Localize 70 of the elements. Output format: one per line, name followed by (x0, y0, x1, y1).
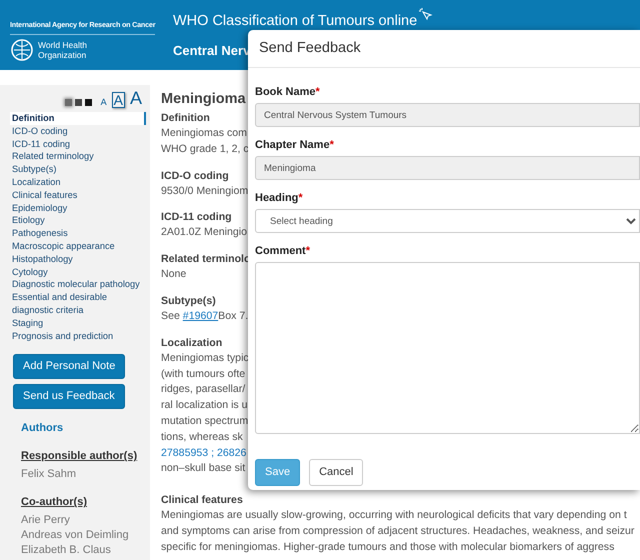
section-heading: Subtype(s) (161, 294, 216, 309)
globe-emblem-icon (10, 38, 34, 62)
nav-link[interactable]: Subtype(s) (10, 163, 146, 176)
body-text: specific for meningiomas. Higher-grade tumours and those with molecular biomarkers of aggress (161, 540, 614, 555)
site-title: WHO Classification of Tumours online (173, 13, 418, 30)
body-text: 2A01.0Z Meningio (161, 225, 247, 240)
body-text: and symptoms can arise from compression of adjacent structures. Headaches, weakness, and seizur (161, 524, 634, 539)
body-text: Meningiomas typic (161, 350, 249, 366)
body-text: mutation spectrum (161, 414, 248, 429)
section-heading: Clinical features (161, 493, 243, 508)
font-size-button[interactable]: A (98, 97, 109, 108)
author-name: Elizabeth B. Claus (21, 543, 111, 558)
body-text: tions, whereas sk (161, 430, 243, 445)
section-heading: ICD-O coding (161, 168, 229, 184)
nav-link[interactable]: Staging (10, 316, 146, 330)
cancel-button[interactable]: Cancel (309, 459, 364, 486)
nav-link[interactable]: Cytology (10, 266, 146, 278)
who-name: World Health Organization (38, 40, 87, 60)
nav-link[interactable]: Clinical features (10, 188, 146, 202)
comment-field[interactable] (255, 262, 640, 434)
nav-link[interactable]: Related terminology (10, 150, 146, 164)
author-name: Andreas von Deimling (21, 528, 129, 544)
nav-link[interactable]: Diagnostic molecular pathology (10, 278, 146, 292)
nav-link[interactable]: Prognosis and prediction (10, 330, 146, 342)
nav-link[interactable]: Definition (10, 112, 146, 125)
body-text: Meningiomas com (161, 126, 247, 141)
dialog-title: Send Feedback (259, 40, 361, 56)
body-text: See #19607Box 7. (161, 308, 248, 324)
field-label: Book Name* (255, 86, 320, 99)
readonly-field[interactable]: Meningioma (255, 156, 640, 180)
color-swatch[interactable] (84, 99, 92, 106)
note-button[interactable]: Add Personal Note (13, 354, 126, 380)
author-name: Felix Sahm (21, 467, 76, 482)
field-label: Comment* (255, 245, 310, 258)
author-role-heading: Co-author(s) (21, 495, 87, 510)
section-heading: ICD-11 coding (161, 210, 232, 226)
nav-link[interactable]: Localization (10, 176, 146, 189)
nav-link[interactable]: Etiology (10, 214, 146, 228)
body-text: (with tumours ofte (161, 366, 246, 382)
body-text: ridges, parasellar/ (161, 382, 246, 398)
section-heading: Definition (161, 111, 210, 126)
body-text: non–skull base sit (161, 461, 246, 476)
section-heading: Localization (161, 336, 222, 351)
body-text: None (161, 267, 186, 282)
body-text: 9530/0 Meningiom (161, 184, 248, 199)
nav-link[interactable]: Epidemiology (10, 202, 146, 214)
field-label: Heading* (255, 192, 303, 205)
color-swatch[interactable] (64, 99, 72, 106)
nav-link[interactable]: Macroscopic appearance (10, 240, 146, 253)
article-title: Meningioma (161, 90, 246, 109)
feedback-button[interactable]: Send us Feedback (13, 384, 125, 410)
reference-link[interactable]: #19607 (182, 310, 218, 322)
author-role-heading: Responsible author(s) (21, 449, 138, 464)
nav-link[interactable]: Pathogenesis (10, 227, 146, 240)
font-size-button[interactable]: A (128, 88, 144, 108)
field-label: Chapter Name* (255, 139, 334, 152)
section-heading: Authors (21, 421, 64, 436)
nav-link[interactable]: ICD-O coding (10, 124, 146, 138)
body-text: Meningiomas are usually slow-growing, occurring with neurological deficits that vary depending on t (161, 508, 627, 524)
cursor-icon (419, 8, 434, 22)
nav-link[interactable]: Essential and desirable diagnostic criteria (10, 291, 146, 317)
font-size-button[interactable]: A (112, 92, 125, 108)
nav-link[interactable]: ICD-11 coding (10, 138, 146, 150)
reference-link[interactable]: 27885953 ; 26826 (161, 446, 246, 462)
author-name: Arie Perry (21, 513, 70, 528)
readonly-field[interactable]: Central Nervous System Tumours (255, 103, 640, 127)
heading-select[interactable]: Select heading (255, 209, 640, 233)
color-swatch[interactable] (74, 99, 82, 106)
body-text: ral localization is u (161, 398, 248, 414)
nav-link[interactable]: Histopathology (10, 252, 146, 266)
